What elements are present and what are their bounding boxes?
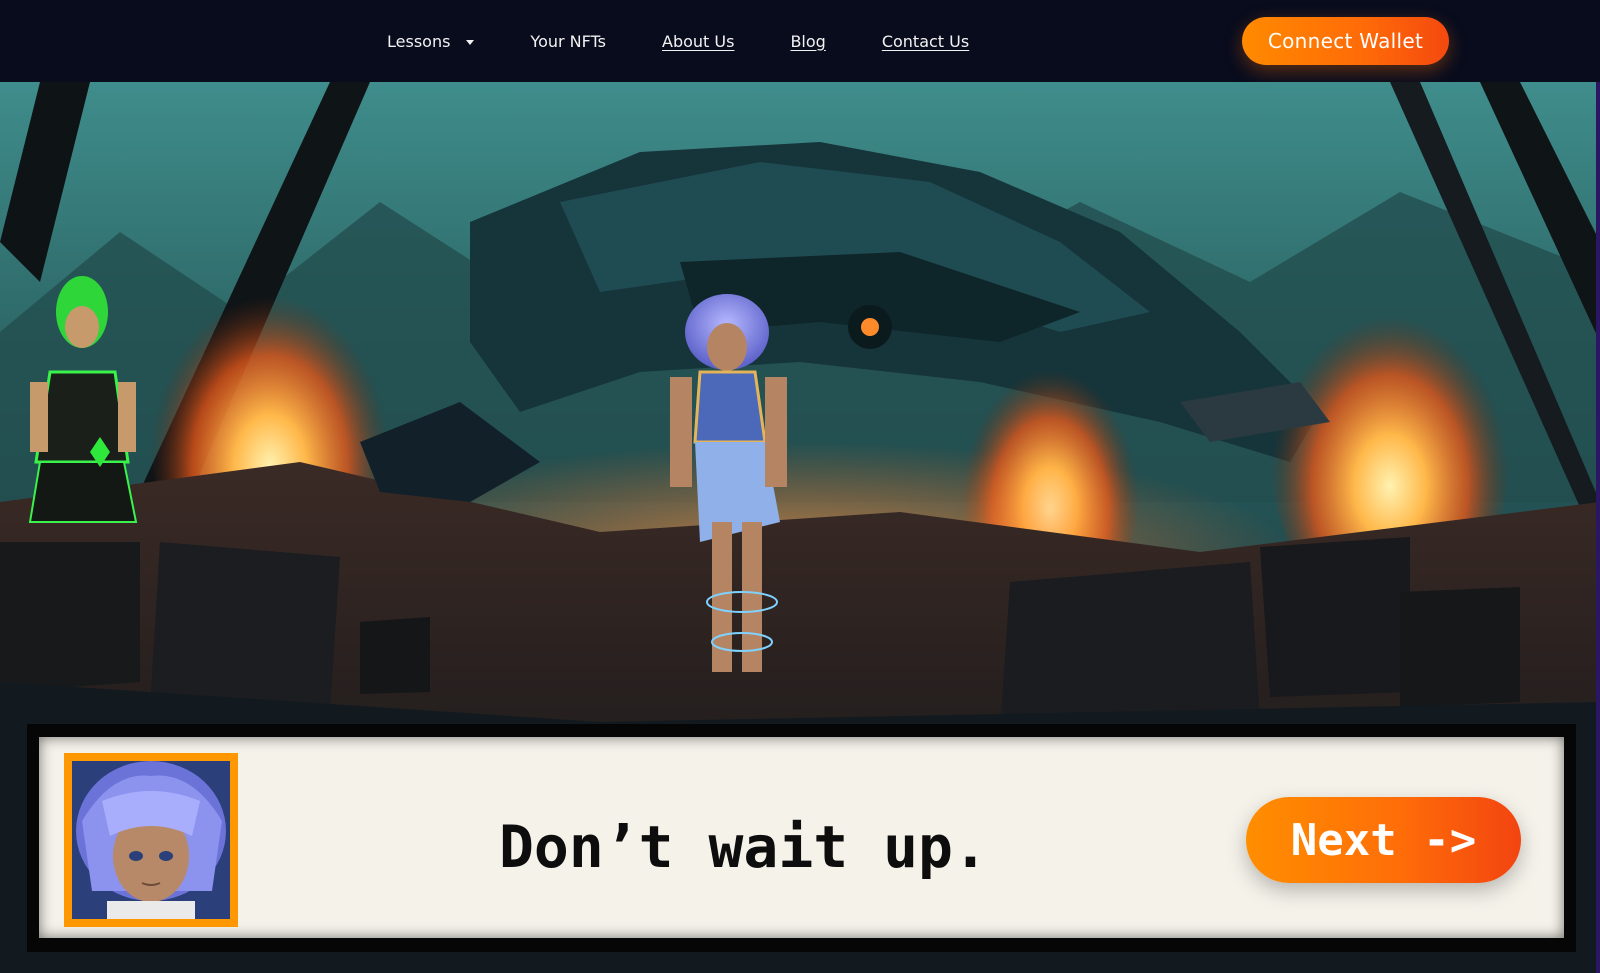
- nav-contact-us[interactable]: Contact Us: [882, 32, 969, 51]
- caret-down-icon: [466, 39, 475, 45]
- dialogue-box: Don’t wait up. Next ->: [39, 737, 1564, 938]
- speaker-portrait: [64, 753, 238, 927]
- connect-wallet-button[interactable]: Connect Wallet: [1242, 17, 1449, 65]
- top-navbar: Lessons Your NFTs About Us Blog Contact …: [0, 0, 1600, 82]
- dialogue-text: Don’t wait up.: [499, 813, 988, 881]
- next-button[interactable]: Next ->: [1246, 797, 1521, 883]
- nav-blog[interactable]: Blog: [790, 32, 825, 51]
- nav-links: Lessons Your NFTs About Us Blog Contact …: [387, 0, 1025, 82]
- scene-right-edge: [1596, 82, 1600, 973]
- nav-your-nfts[interactable]: Your NFTs: [530, 32, 606, 51]
- dialogue-frame: Don’t wait up. Next ->: [27, 724, 1576, 952]
- speaker-portrait-image: [72, 761, 230, 919]
- nav-lessons-label: Lessons: [387, 31, 451, 51]
- nav-lessons-dropdown[interactable]: Lessons: [387, 31, 475, 51]
- nav-about-us[interactable]: About Us: [662, 32, 734, 51]
